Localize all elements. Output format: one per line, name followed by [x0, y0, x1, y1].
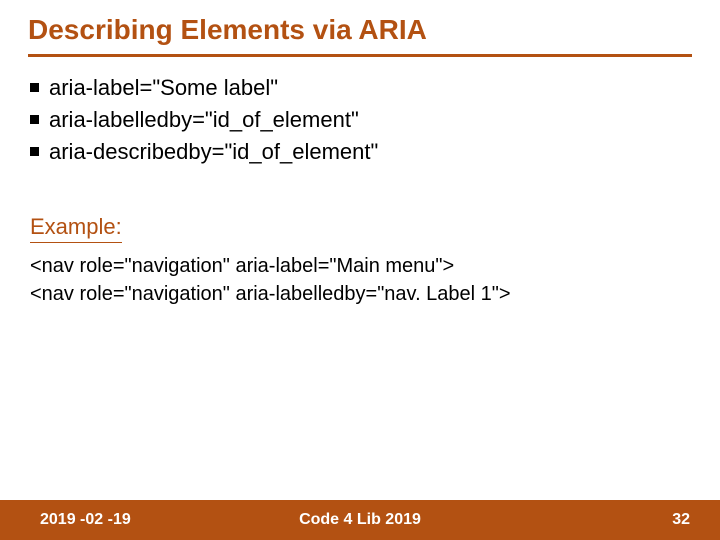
footer-date: 2019 -02 -19 [40, 511, 131, 529]
bullet-square-icon [30, 147, 39, 156]
bullet-list: aria-label="Some label" aria-labelledby=… [30, 72, 378, 168]
example-heading: Example: [30, 214, 122, 243]
title-underline [28, 54, 692, 57]
code-example: <nav role="navigation" aria-label="Main … [30, 252, 511, 308]
bullet-text: aria-labelledby="id_of_element" [49, 104, 359, 136]
code-line: <nav role="navigation" aria-labelledby="… [30, 283, 511, 305]
bullet-square-icon [30, 83, 39, 92]
slide-title: Describing Elements via ARIA [28, 14, 427, 46]
footer-bar: 2019 -02 -19 Code 4 Lib 2019 32 [0, 500, 720, 540]
bullet-text: aria-describedby="id_of_element" [49, 136, 378, 168]
list-item: aria-label="Some label" [30, 72, 378, 104]
slide: Describing Elements via ARIA aria-label=… [0, 0, 720, 540]
list-item: aria-describedby="id_of_element" [30, 136, 378, 168]
bullet-square-icon [30, 115, 39, 124]
bullet-text: aria-label="Some label" [49, 72, 278, 104]
footer-page-number: 32 [672, 511, 690, 529]
code-line: <nav role="navigation" aria-label="Main … [30, 255, 454, 277]
list-item: aria-labelledby="id_of_element" [30, 104, 378, 136]
